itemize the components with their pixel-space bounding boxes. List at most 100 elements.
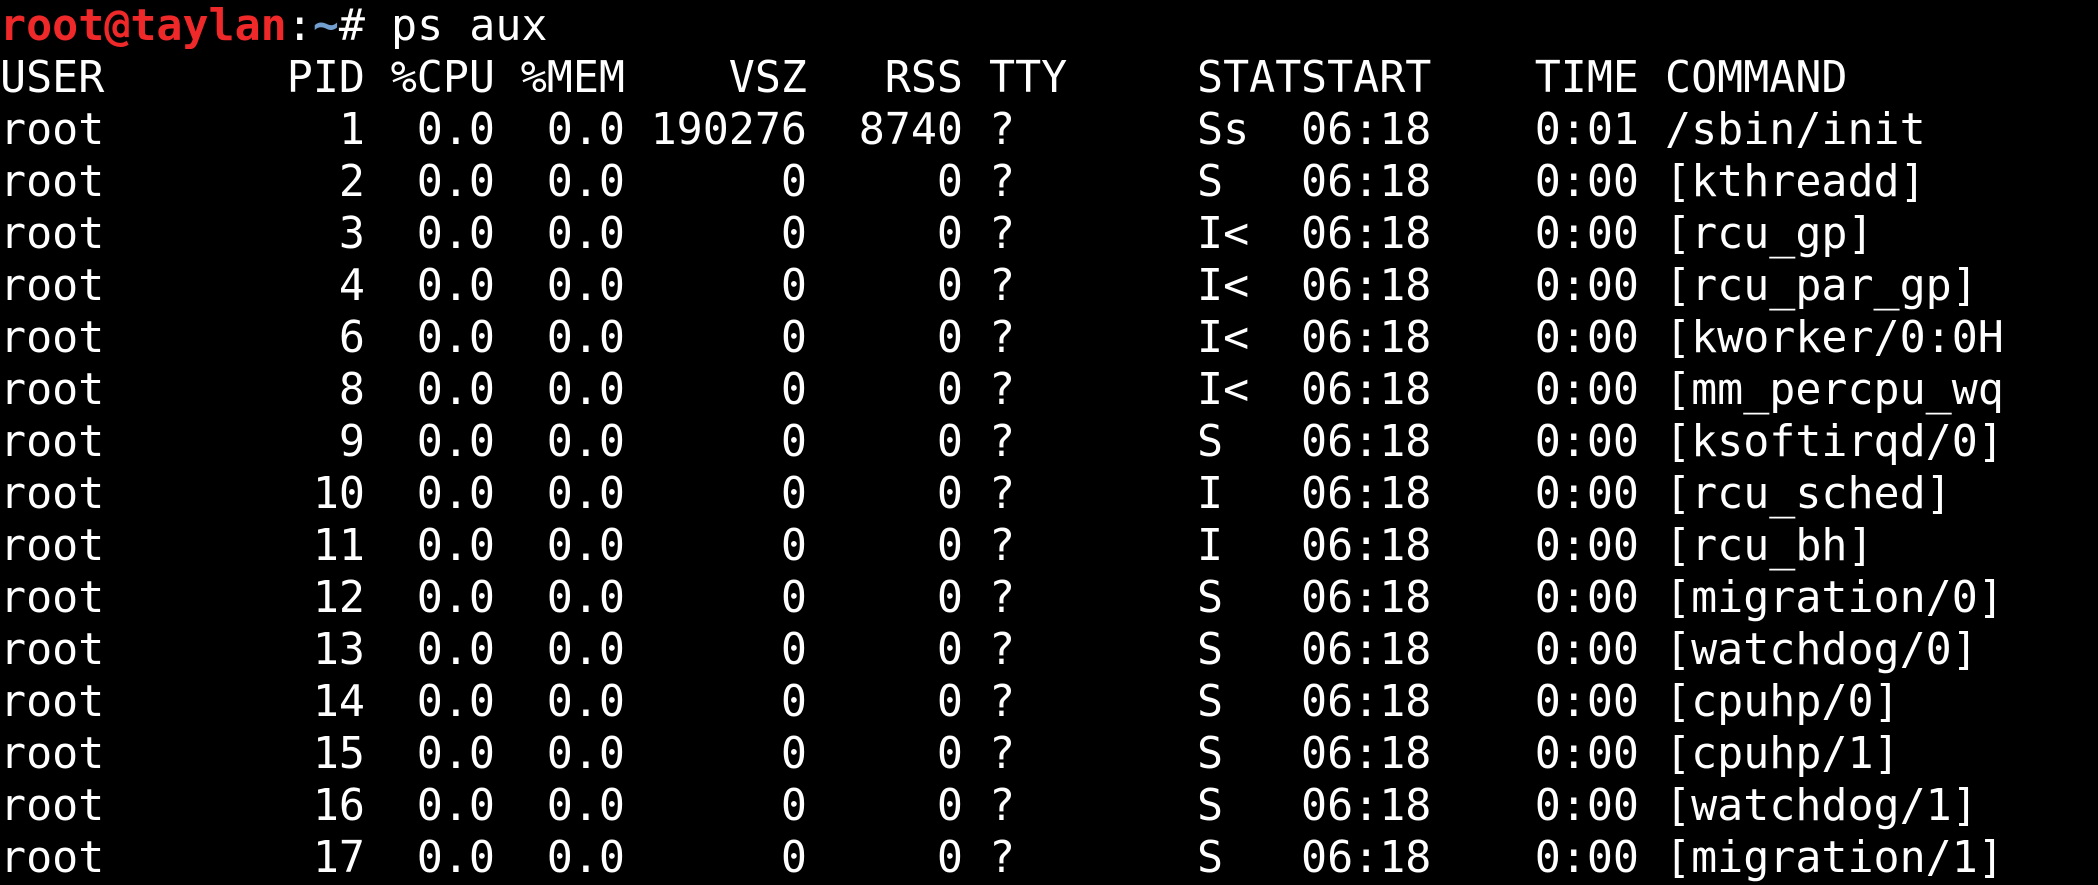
cell-cpu: 0.0 xyxy=(416,417,495,467)
cell-stat: S xyxy=(1197,157,1224,207)
cell-cpu: 0.0 xyxy=(416,781,495,831)
cell-start: 06:18 xyxy=(1301,625,1432,675)
cell-user: root xyxy=(0,625,105,675)
table-row: root 15 0.0 0.0 0 0? S 06:18 0:00 [cpuhp/1] xyxy=(0,728,2098,780)
table-row: root 3 0.0 0.0 0 0? I< 06:18 0:00 [rcu_gp] xyxy=(0,208,2098,260)
cell-tty: ? xyxy=(989,365,1016,415)
prompt-user-host: root@taylan xyxy=(0,1,287,51)
cell-stat: I< xyxy=(1197,209,1250,259)
cell-time: 0:00 xyxy=(1534,833,1639,883)
cell-rss: 0 xyxy=(936,573,963,623)
cell-command: [rcu_gp] xyxy=(1665,209,1874,259)
cell-tty: ? xyxy=(989,209,1016,259)
header-rss: RSS xyxy=(884,53,963,103)
cell-time: 0:00 xyxy=(1534,313,1639,363)
cell-start: 06:18 xyxy=(1301,417,1432,467)
cell-stat: S xyxy=(1197,781,1224,831)
cell-command: [cpuhp/0] xyxy=(1665,677,1900,727)
table-row: root 14 0.0 0.0 0 0? S 06:18 0:00 [cpuhp/0] xyxy=(0,676,2098,728)
cell-vsz: 0 xyxy=(780,365,807,415)
cell-mem: 0.0 xyxy=(546,469,625,519)
cell-stat: I xyxy=(1197,469,1224,519)
cell-pid: 11 xyxy=(312,521,365,571)
cell-time: 0:00 xyxy=(1534,365,1639,415)
cell-cpu: 0.0 xyxy=(416,261,495,311)
cell-user: root xyxy=(0,209,105,259)
cell-pid: 6 xyxy=(338,313,365,363)
cell-start: 06:18 xyxy=(1301,209,1432,259)
cell-vsz: 0 xyxy=(780,833,807,883)
cell-user: root xyxy=(0,469,105,519)
cell-start: 06:18 xyxy=(1301,573,1432,623)
cell-time: 0:00 xyxy=(1534,469,1639,519)
cell-tty: ? xyxy=(989,833,1016,883)
cell-pid: 15 xyxy=(312,729,365,779)
cell-cpu: 0.0 xyxy=(416,209,495,259)
cell-pid: 9 xyxy=(338,417,365,467)
cell-tty: ? xyxy=(989,105,1016,155)
cell-mem: 0.0 xyxy=(546,573,625,623)
cell-command: [rcu_bh] xyxy=(1665,521,1874,571)
cell-mem: 0.0 xyxy=(546,521,625,571)
cell-rss: 0 xyxy=(936,625,963,675)
header-command: COMMAND xyxy=(1665,53,1848,103)
cell-start: 06:18 xyxy=(1301,157,1432,207)
cell-user: root xyxy=(0,417,105,467)
table-row: root 12 0.0 0.0 0 0? S 06:18 0:00 [migration/0] xyxy=(0,572,2098,624)
cell-time: 0:00 xyxy=(1534,157,1639,207)
cell-tty: ? xyxy=(989,261,1016,311)
cell-tty: ? xyxy=(989,417,1016,467)
cell-command: [mm_percpu_wq xyxy=(1665,365,2004,415)
cell-stat: I< xyxy=(1197,261,1250,311)
cell-vsz: 0 xyxy=(780,781,807,831)
cell-command: [kthreadd] xyxy=(1665,157,1926,207)
cell-time: 0:00 xyxy=(1534,781,1639,831)
table-row: root 10 0.0 0.0 0 0? I 06:18 0:00 [rcu_sched] xyxy=(0,468,2098,520)
header-user: USER xyxy=(0,53,105,103)
prompt-colon: : xyxy=(286,1,313,51)
cell-vsz: 0 xyxy=(780,625,807,675)
cell-rss: 0 xyxy=(936,365,963,415)
table-row: root 1 0.0 0.0 190276 8740? Ss 06:18 0:01/sbin/i… xyxy=(0,104,2098,156)
cell-vsz: 0 xyxy=(780,209,807,259)
cell-cpu: 0.0 xyxy=(416,469,495,519)
header-tty: TTY xyxy=(989,53,1068,103)
cell-stat: S xyxy=(1197,417,1224,467)
cell-user: root xyxy=(0,157,105,207)
cell-mem: 0.0 xyxy=(546,105,625,155)
cell-rss: 0 xyxy=(936,261,963,311)
cell-vsz: 0 xyxy=(780,677,807,727)
cell-time: 0:00 xyxy=(1534,677,1639,727)
cell-vsz: 0 xyxy=(780,573,807,623)
cell-tty: ? xyxy=(989,521,1016,571)
cell-command: [migration/0] xyxy=(1665,573,2004,623)
cell-command: /sbin/init xyxy=(1665,105,1926,155)
cell-stat: I xyxy=(1197,521,1224,571)
cell-vsz: 0 xyxy=(780,521,807,571)
cell-cpu: 0.0 xyxy=(416,105,495,155)
cell-stat: I< xyxy=(1197,313,1250,363)
cell-pid: 16 xyxy=(312,781,365,831)
cell-time: 0:00 xyxy=(1534,521,1639,571)
cell-rss: 0 xyxy=(936,209,963,259)
cell-start: 06:18 xyxy=(1301,313,1432,363)
cell-pid: 10 xyxy=(312,469,365,519)
cell-user: root xyxy=(0,313,105,363)
cell-pid: 1 xyxy=(338,105,365,155)
cell-stat: S xyxy=(1197,625,1224,675)
table-row: root 16 0.0 0.0 0 0? S 06:18 0:00 [watchdog/1] xyxy=(0,780,2098,832)
cell-vsz: 0 xyxy=(780,417,807,467)
cell-command: [migration/1] xyxy=(1665,833,2004,883)
cell-user: root xyxy=(0,365,105,415)
cell-cpu: 0.0 xyxy=(416,521,495,571)
cell-cpu: 0.0 xyxy=(416,573,495,623)
cell-tty: ? xyxy=(989,313,1016,363)
cell-mem: 0.0 xyxy=(546,417,625,467)
cell-start: 06:18 xyxy=(1301,729,1432,779)
cell-start: 06:18 xyxy=(1301,781,1432,831)
cell-mem: 0.0 xyxy=(546,261,625,311)
cell-mem: 0.0 xyxy=(546,157,625,207)
table-header: USER PID %CPU %MEM VSZ RSS TTY STATSTART TIME COM… xyxy=(0,52,2098,104)
cell-tty: ? xyxy=(989,573,1016,623)
terminal-window[interactable]: root@taylan:~# ps aux USER PID %CPU %MEM VSZ… xyxy=(0,0,2098,885)
